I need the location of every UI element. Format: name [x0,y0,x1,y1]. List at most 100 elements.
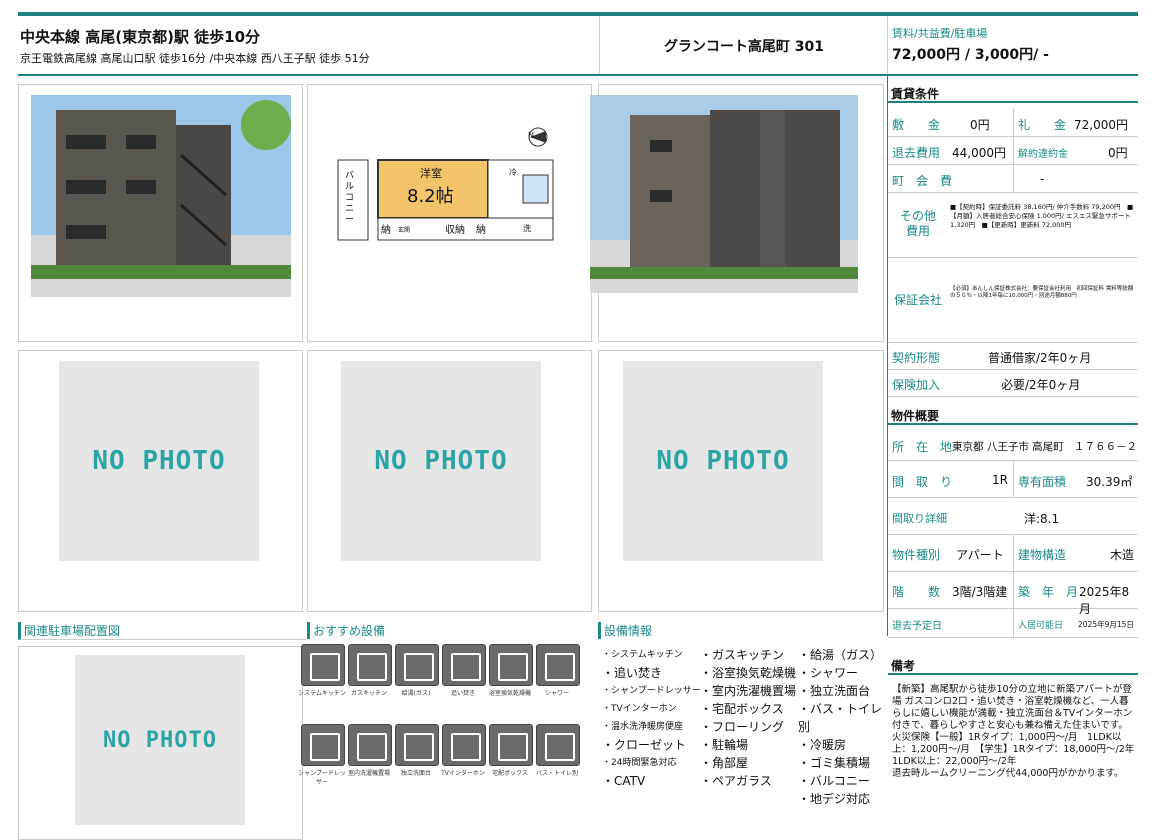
header-top-bar [18,12,1138,16]
equipment-item: ・バス・トイレ別 [798,702,883,734]
equipment-item: ・シャワー [798,666,859,680]
moveout-label: 退去予定日 [892,621,942,632]
rent-label: 賃料/共益費/駐車場 [892,27,988,40]
building-exterior-image [590,95,858,293]
equipment-item: ・給湯（ガス） [798,648,883,662]
layout-label: 間 取 り [892,475,953,489]
water-heater-icon-glyph [404,653,434,681]
guarantor-label: 保証会社 [894,293,943,307]
contract-value: 普通借家/2年0ヶ月 [988,351,1092,365]
equipment-item: ・24時間緊急対応 [602,758,677,768]
built-label: 築 年 月 [1018,585,1079,599]
photo-slot-5[interactable]: NO PHOTO [307,350,592,612]
type-label: 物件種別 [892,548,941,562]
layout-detail-label: 間取り詳細 [892,512,947,525]
recommended-icons: システムキッチン ガスキッチン 給湯(ガス) 追い焚き 浴室換気乾燥機 シャワー シャンプー… [298,644,591,786]
floor-label: 階 数 [892,585,941,599]
equipment-item: ・冷暖房 [798,738,847,752]
photo-slot-6[interactable]: NO PHOTO [598,350,884,612]
shampoo-dresser-icon [301,724,345,766]
insurance-value: 必要/2年0ヶ月 [1001,378,1081,392]
recommended-icon-label: シャワー [544,690,569,697]
recommended-equipment-title: おすすめ設備 [307,622,595,639]
area-value: 30.39㎡ [1086,475,1133,489]
cell-divider [1013,461,1014,497]
reheat-bath-icon-glyph [451,653,481,681]
row-guarantor: 保証会社 【必須】あんしん保証株式会社：要保証会社利用 初回保証料 賃料等総額の… [888,258,1138,343]
equipment-item: ・クローゼット [602,738,687,752]
recommended-icon-label: 浴室換気乾燥機 [488,690,531,697]
washer-space-icon-glyph [357,733,387,761]
exterior-photo-1[interactable] [18,84,303,342]
equipment-item: ・バルコニー [798,774,870,788]
penalty-label: 解約違約金 [1018,149,1068,160]
recommended-icon-label: 独立洗面台 [400,770,431,777]
exterior-photo-2[interactable] [590,84,884,342]
floorplan-room-size: 8.2帖 [407,186,454,207]
reheat-bath-icon [442,644,486,686]
overview-title: 物件概要 [891,409,940,423]
equipment-item: ・浴室換気乾燥機 [700,666,797,680]
floorplan-room-label: 洋室 [420,167,442,180]
recommended-icon-label: 追い焚き [450,690,475,697]
recommended-icon-label: バス・トイレ別 [535,770,578,777]
structure-value: 木造 [1110,548,1135,562]
other-fees-text: ■【契約時】保証委託料 38,160円/ 仲介手数料 79,200円 ■【月額】… [950,203,1134,229]
community-fee-value: - [1040,172,1045,186]
row-contract: 契約形態 普通借家/2年0ヶ月 [888,343,1138,370]
recommended-icon-label: シャンプードレッサー [298,770,346,786]
floorplan-storage: 収納 [445,225,465,236]
floorplan-wash: 洗 [523,224,531,233]
shower-icon-glyph [545,653,575,681]
equipment-list-col2: ・ガスキッチン ・浴室換気乾燥機 ・室内洗濯機置場 ・宅配ボックス ・フローリング ・駐輪… [700,646,800,790]
nearest-station: 中央本線 高尾(東京都)駅 徒歩10分 [20,28,261,46]
gas-stove-icon-glyph [357,653,387,681]
recommended-icon-label: システムキッチン [298,690,346,697]
equipment-item: ・地デジ対応 [798,792,871,806]
guarantor-text: 【必須】あんしん保証株式会社：要保証会社利用 初回保証料 賃料等総額の５０％・以… [950,286,1134,299]
separate-toilet-icon [536,724,580,766]
photo-slot-4[interactable]: NO PHOTO [18,350,303,612]
floorplan-nou-2: 納 [476,225,486,236]
recommended-icon-label: 給湯(ガス) [401,690,431,697]
cell-divider [1013,108,1014,192]
recommended-icon-label: 宅配ボックス [492,770,528,777]
community-fee-label: 町 会 費 [892,174,953,188]
row-other-fees: その他 費用 ■【契約時】保証委託料 38,160円/ 仲介手数料 79,200… [888,193,1138,258]
conditions-title-line [888,101,1138,103]
layout-value: 1R [992,473,1008,487]
floor-value: 3階/3階建 [952,585,1008,599]
key-money-label: 礼 金 [1018,118,1067,132]
system-kitchen-icon [301,644,345,686]
delivery-box-icon-glyph [498,733,528,761]
no-photo-placeholder: NO PHOTO [59,361,259,561]
no-photo-placeholder: NO PHOTO [341,361,541,561]
shower-icon [536,644,580,686]
system-kitchen-icon-glyph [310,653,340,681]
type-value: アパート [956,548,1004,562]
floorplan-photo[interactable]: 洋室 8.2帖 バルコニー 収納 納 納 玄関 洗 冷 N [307,84,592,342]
cell-divider [1013,535,1014,637]
other-stations: 京王電鉄高尾線 高尾山口駅 徒歩16分 /中央本線 西八王子駅 徒歩 51分 [20,52,370,65]
vanity-icon [395,724,439,766]
header-divider [887,16,888,74]
vanity-icon-glyph [404,733,434,761]
equipment-item: ・システムキッチン [602,650,683,660]
contract-label: 契約形態 [892,351,941,365]
conditions-title: 賃貸条件 [891,87,940,101]
parking-map-photo[interactable]: NO PHOTO [18,646,303,840]
equipment-item: ・温水洗浄暖房便座 [602,722,684,732]
floorplan-nou-1: 納 [381,225,391,236]
remarks-text: 【新築】高尾駅から徒歩10分の立地に新築アパートが登場 ガスコンロ2口・追い焚き… [892,684,1135,779]
shampoo-dresser-icon-glyph [310,733,340,761]
movein-value: 2025年9月15日 [1078,620,1134,629]
equipment-info-title: 設備情報 [598,622,886,639]
equipment-item: ・ガスキッチン [700,648,785,662]
water-heater-icon [395,644,439,686]
insurance-label: 保険加入 [892,378,941,392]
deposit-value: 0円 [970,118,990,132]
equipment-item: ・駐輪場 [700,738,749,752]
moveout-fee-value: 44,000円 [952,146,1006,160]
equipment-item: ・室内洗濯機置場 [700,684,797,698]
equipment-item: ・角部屋 [700,756,749,770]
